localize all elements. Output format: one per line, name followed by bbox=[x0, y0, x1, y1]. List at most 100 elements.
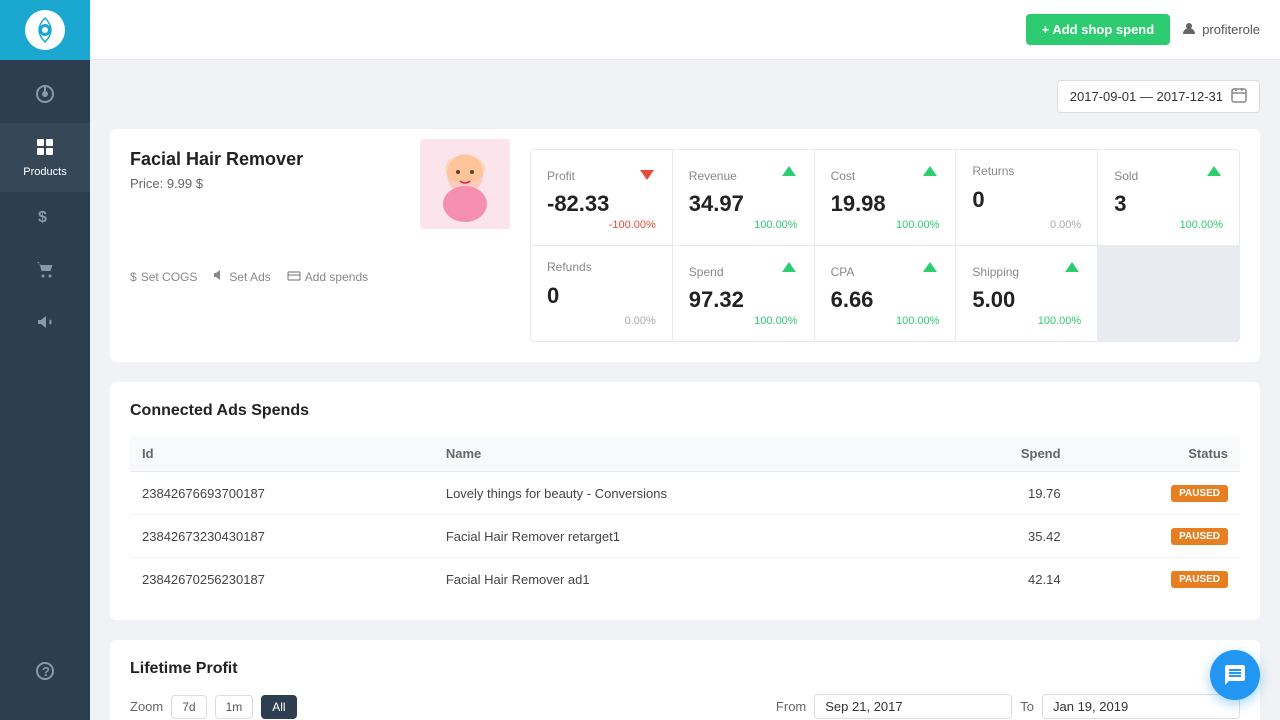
sidebar-item-products-label: Products bbox=[23, 166, 66, 178]
stat-cell-refunds: Refunds 0 0.00% bbox=[531, 246, 672, 341]
ad-spend: 19.76 bbox=[941, 472, 1073, 515]
ad-name: Lovely things for beauty - Conversions bbox=[434, 472, 941, 515]
cogs-icon: $ bbox=[130, 270, 137, 284]
stat-value-refunds: 0 bbox=[547, 283, 656, 309]
add-spends-link[interactable]: Add spends bbox=[287, 269, 368, 284]
col-header-id: Id bbox=[130, 436, 434, 472]
stat-label-cpa: CPA bbox=[831, 265, 855, 279]
col-header-spend: Spend bbox=[941, 436, 1073, 472]
cart-icon bbox=[35, 259, 55, 284]
sidebar-bottom: ? bbox=[35, 647, 55, 720]
dashboard-icon bbox=[35, 84, 55, 109]
ads-icon bbox=[213, 269, 225, 284]
date-range-value: 2017-09-01 — 2017-12-31 bbox=[1070, 89, 1223, 104]
chart-controls: Zoom 7d 1m All From To bbox=[130, 694, 1240, 719]
ad-id: 23842676693700187 bbox=[130, 472, 434, 515]
sidebar-logo bbox=[0, 0, 90, 60]
stat-change-cost: 100.00% bbox=[831, 219, 940, 231]
ad-name: Facial Hair Remover ad1 bbox=[434, 558, 941, 601]
stat-cell-profit: Profit -82.33 -100.00% bbox=[531, 150, 672, 245]
help-icon: ? bbox=[35, 661, 55, 686]
zoom-7d-button[interactable]: 7d bbox=[171, 695, 206, 719]
lifetime-profit-section: Lifetime Profit Zoom 7d 1m All From To 5 bbox=[110, 640, 1260, 720]
lifetime-profit-title: Lifetime Profit bbox=[130, 660, 1240, 678]
stat-change-cpa: 100.00% bbox=[831, 315, 940, 327]
product-card: Facial Hair Remover Price: 9.99 $ bbox=[110, 129, 1260, 362]
sidebar-item-orders[interactable] bbox=[0, 245, 90, 298]
stat-cell-shipping: Shipping 5.00 100.00% bbox=[956, 246, 1097, 341]
sidebar-item-products[interactable]: Products bbox=[0, 123, 90, 192]
stat-trend-shipping bbox=[1063, 260, 1081, 283]
stat-label-spend: Spend bbox=[689, 265, 724, 279]
zoom-1m-button[interactable]: 1m bbox=[215, 695, 254, 719]
ads-table: Id Name Spend Status 23842676693700187 L… bbox=[130, 436, 1240, 600]
set-cogs-link[interactable]: $ Set COGS bbox=[130, 269, 197, 284]
from-date-input[interactable] bbox=[814, 694, 1012, 719]
stat-label-revenue: Revenue bbox=[689, 169, 737, 183]
ad-status: PAUSED bbox=[1073, 472, 1240, 515]
sidebar: Products $ ? bbox=[0, 0, 90, 720]
stat-change-refunds: 0.00% bbox=[547, 315, 656, 327]
user-icon bbox=[1182, 21, 1196, 38]
dollar-icon: $ bbox=[35, 206, 55, 231]
stat-cell-cost: Cost 19.98 100.00% bbox=[815, 150, 956, 245]
stat-change-shipping: 100.00% bbox=[972, 315, 1081, 327]
ad-name: Facial Hair Remover retarget1 bbox=[434, 515, 941, 558]
sidebar-item-help[interactable]: ? bbox=[35, 647, 55, 700]
to-date-input[interactable] bbox=[1042, 694, 1240, 719]
product-price: Price: 9.99 $ bbox=[130, 176, 303, 191]
stat-trend-profit bbox=[638, 164, 656, 187]
stat-label-sold: Sold bbox=[1114, 169, 1138, 183]
sidebar-item-financials[interactable]: $ bbox=[0, 192, 90, 245]
spends-icon bbox=[287, 270, 301, 284]
stat-cell-spend: Spend 97.32 100.00% bbox=[673, 246, 814, 341]
stat-cell-revenue: Revenue 34.97 100.00% bbox=[673, 150, 814, 245]
zoom-all-button[interactable]: All bbox=[261, 695, 296, 719]
status-badge: PAUSED bbox=[1171, 528, 1228, 545]
date-range-bar: 2017-09-01 — 2017-12-31 bbox=[110, 80, 1260, 113]
ad-status: PAUSED bbox=[1073, 515, 1240, 558]
sidebar-item-dashboard[interactable] bbox=[0, 70, 90, 123]
stat-cell-cpa: CPA 6.66 100.00% bbox=[815, 246, 956, 341]
stat-value-revenue: 34.97 bbox=[689, 191, 798, 217]
add-shop-spend-button[interactable]: + Add shop spend bbox=[1026, 14, 1171, 45]
stat-value-spend: 97.32 bbox=[689, 287, 798, 313]
sidebar-item-ads[interactable] bbox=[0, 298, 90, 351]
stat-cell-returns: Returns 0 0.00% bbox=[956, 150, 1097, 245]
stat-value-profit: -82.33 bbox=[547, 191, 656, 217]
ads-spends-title: Connected Ads Spends bbox=[130, 402, 1240, 420]
col-header-status: Status bbox=[1073, 436, 1240, 472]
stat-value-sold: 3 bbox=[1114, 191, 1223, 217]
from-label: From bbox=[776, 699, 806, 714]
stat-cell-sold: Sold 3 100.00% bbox=[1098, 150, 1239, 245]
sidebar-nav: Products $ bbox=[0, 60, 90, 647]
table-row: 23842670256230187 Facial Hair Remover ad… bbox=[130, 558, 1240, 601]
content-area: 2017-09-01 — 2017-12-31 Facial Hair Remo… bbox=[90, 60, 1280, 720]
stat-change-sold: 100.00% bbox=[1114, 219, 1223, 231]
chat-fab[interactable] bbox=[1210, 650, 1260, 700]
stats-grid: Profit -82.33 -100.00% Revenue 34.97 100… bbox=[530, 149, 1240, 342]
product-image bbox=[420, 139, 510, 229]
table-row: 23842673230430187 Facial Hair Remover re… bbox=[130, 515, 1240, 558]
stat-label-profit: Profit bbox=[547, 169, 575, 183]
date-range-picker[interactable]: 2017-09-01 — 2017-12-31 bbox=[1057, 80, 1260, 113]
ad-id: 23842670256230187 bbox=[130, 558, 434, 601]
col-header-name: Name bbox=[434, 436, 941, 472]
product-title: Facial Hair Remover bbox=[130, 149, 303, 170]
stat-value-cpa: 6.66 bbox=[831, 287, 940, 313]
stat-label-refunds: Refunds bbox=[547, 260, 592, 274]
ad-spend: 35.42 bbox=[941, 515, 1073, 558]
set-ads-link[interactable]: Set Ads bbox=[213, 269, 270, 284]
user-menu[interactable]: profiterole bbox=[1182, 21, 1260, 38]
stat-label-cost: Cost bbox=[831, 169, 856, 183]
product-info: Facial Hair Remover Price: 9.99 $ bbox=[130, 149, 510, 342]
calendar-icon bbox=[1231, 87, 1247, 106]
megaphone-icon bbox=[35, 312, 55, 337]
stat-label-shipping: Shipping bbox=[972, 265, 1019, 279]
logo-icon bbox=[25, 10, 65, 50]
product-image-placeholder bbox=[420, 139, 510, 229]
stat-trend-cost bbox=[921, 164, 939, 187]
stat-value-cost: 19.98 bbox=[831, 191, 940, 217]
stat-trend-sold bbox=[1205, 164, 1223, 187]
table-row: 23842676693700187 Lovely things for beau… bbox=[130, 472, 1240, 515]
